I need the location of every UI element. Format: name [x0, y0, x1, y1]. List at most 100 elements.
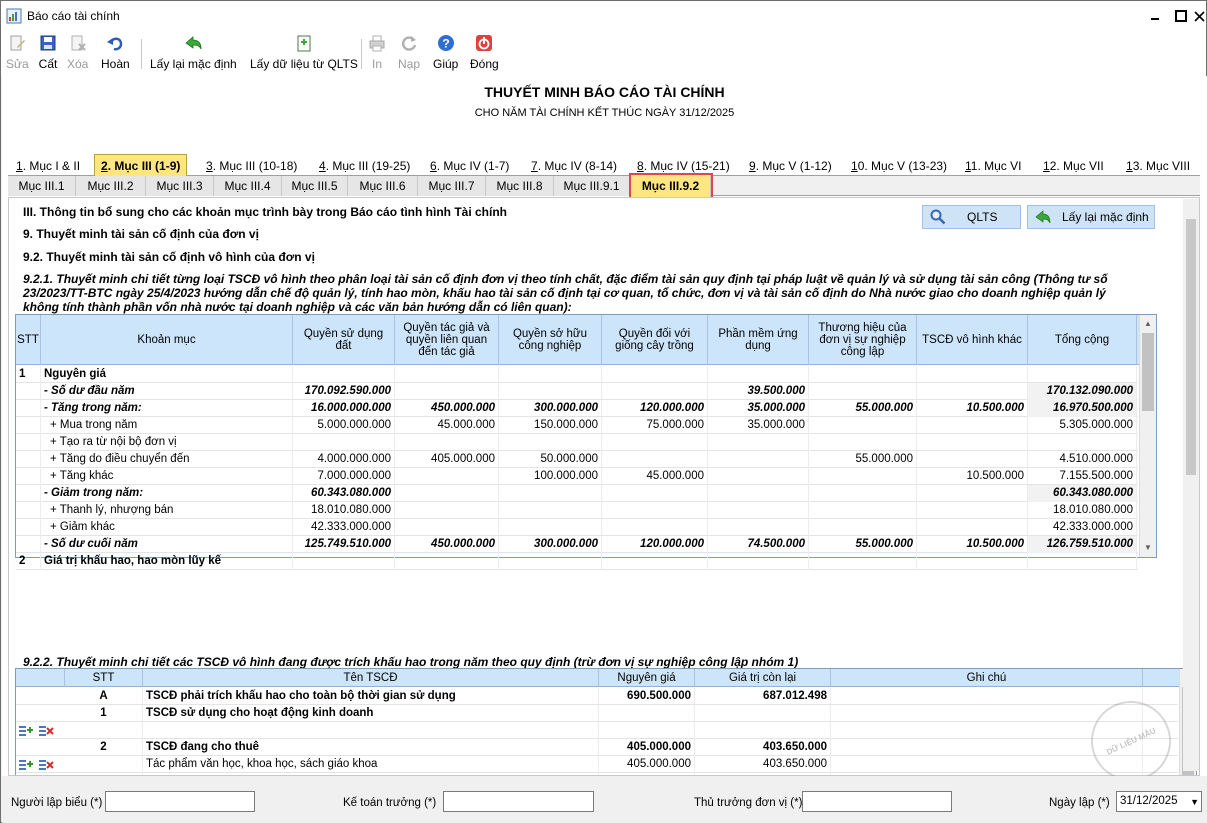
- value-cell[interactable]: 10.500.000: [917, 468, 1028, 485]
- original-cost-cell[interactable]: [599, 705, 695, 722]
- value-cell[interactable]: [293, 434, 395, 451]
- value-cell[interactable]: [917, 451, 1028, 468]
- table-row[interactable]: - Số dư đầu năm 170.092.590.000 39.500.000…: [16, 383, 1138, 400]
- value-cell[interactable]: [708, 502, 809, 519]
- table-row[interactable]: - Tăng trong năm: 16.000.000.000 450.000.0…: [16, 400, 1138, 417]
- stt-cell[interactable]: 2: [16, 553, 41, 570]
- scroll-up-arrow[interactable]: ▲: [1140, 315, 1156, 332]
- value-cell[interactable]: 16.000.000.000: [293, 400, 395, 417]
- value-cell[interactable]: [499, 383, 602, 400]
- value-cell[interactable]: 18.010.080.000: [1028, 502, 1137, 519]
- subtab-muc-3-9-2[interactable]: Mục III.9.2: [629, 173, 713, 199]
- table-row[interactable]: + Tăng do điều chuyển đến 4.000.000.000 40…: [16, 451, 1138, 468]
- value-cell[interactable]: [917, 366, 1028, 383]
- value-cell[interactable]: 450.000.000: [395, 536, 499, 553]
- remaining-value-cell[interactable]: [695, 705, 831, 722]
- value-cell[interactable]: [602, 366, 708, 383]
- table-row[interactable]: + Tăng khác 7.000.000.000 100.000.000 45.00…: [16, 468, 1138, 485]
- value-cell[interactable]: [499, 434, 602, 451]
- panel-scrollbar[interactable]: [1183, 199, 1199, 771]
- value-cell[interactable]: 16.970.500.000: [1028, 400, 1137, 417]
- value-cell[interactable]: [809, 502, 917, 519]
- value-cell[interactable]: [809, 519, 917, 536]
- value-cell[interactable]: [809, 434, 917, 451]
- value-cell[interactable]: [395, 383, 499, 400]
- original-cost-cell[interactable]: 405.000.000: [599, 756, 695, 773]
- value-cell[interactable]: 50.000.000: [499, 451, 602, 468]
- value-cell[interactable]: 42.333.000.000: [1028, 519, 1137, 536]
- label-cell[interactable]: - Số dư đầu năm: [41, 383, 293, 400]
- value-cell[interactable]: [499, 553, 602, 570]
- tab-muc-5-1-12[interactable]: 9. Mục V (1-12): [749, 156, 832, 176]
- value-cell[interactable]: [499, 485, 602, 502]
- value-cell[interactable]: [602, 553, 708, 570]
- label-cell[interactable]: + Tạo ra từ nội bộ đơn vị: [41, 434, 293, 451]
- value-cell[interactable]: [708, 553, 809, 570]
- value-cell[interactable]: 300.000.000: [499, 536, 602, 553]
- value-cell[interactable]: 35.000.000: [708, 417, 809, 434]
- value-cell[interactable]: [917, 434, 1028, 451]
- label-cell[interactable]: - Số dư cuối năm: [41, 536, 293, 553]
- value-cell[interactable]: [293, 366, 395, 383]
- subtab-muc-3-5[interactable]: Mục III.5: [282, 176, 348, 196]
- label-cell[interactable]: Giá trị khấu hao, hao mòn lũy kế: [41, 553, 293, 570]
- label-cell[interactable]: + Tăng do điều chuyển đến: [41, 451, 293, 468]
- chief-accountant-input[interactable]: [443, 791, 594, 812]
- edit-button[interactable]: Sửa: [6, 33, 29, 71]
- tab-muc-1-2[interactable]: 1. Mục I & II: [16, 156, 80, 176]
- table-row[interactable]: 1 TSCĐ sử dụng cho hoạt động kinh doanh: [16, 705, 1178, 722]
- remaining-value-cell[interactable]: 403.650.000: [695, 739, 831, 756]
- value-cell[interactable]: 35.000.000: [708, 400, 809, 417]
- label-cell[interactable]: - Giảm trong năm:: [41, 485, 293, 502]
- value-cell[interactable]: 55.000.000: [809, 400, 917, 417]
- table-row[interactable]: + Thanh lý, nhượng bán 18.010.080.000 18.0…: [16, 502, 1138, 519]
- value-cell[interactable]: [809, 485, 917, 502]
- value-cell[interactable]: [917, 553, 1028, 570]
- print-button[interactable]: In: [367, 33, 387, 71]
- value-cell[interactable]: 55.000.000: [809, 451, 917, 468]
- value-cell[interactable]: 39.500.000: [708, 383, 809, 400]
- value-cell[interactable]: 300.000.000: [499, 400, 602, 417]
- value-cell[interactable]: 5.305.000.000: [1028, 417, 1137, 434]
- stt-cell[interactable]: [16, 383, 41, 400]
- tab-muc-3-1-9[interactable]: 2. Mục III (1-9): [94, 154, 188, 177]
- remaining-value-cell[interactable]: 403.650.000: [695, 756, 831, 773]
- value-cell[interactable]: 7.155.500.000: [1028, 468, 1137, 485]
- value-cell[interactable]: 170.132.090.000: [1028, 383, 1137, 400]
- tab-muc-5-13-23[interactable]: 10. Mục V (13-23): [851, 156, 947, 176]
- stt-cell[interactable]: [16, 536, 41, 553]
- subtab-muc-3-1[interactable]: Mục III.1: [8, 176, 76, 196]
- label-cell[interactable]: + Mua trong năm: [41, 417, 293, 434]
- value-cell[interactable]: 18.010.080.000: [293, 502, 395, 519]
- value-cell[interactable]: 150.000.000: [499, 417, 602, 434]
- value-cell[interactable]: [809, 366, 917, 383]
- value-cell[interactable]: [708, 485, 809, 502]
- value-cell[interactable]: [809, 553, 917, 570]
- stt-cell[interactable]: [16, 519, 41, 536]
- value-cell[interactable]: [395, 519, 499, 536]
- value-cell[interactable]: [708, 468, 809, 485]
- help-button[interactable]: ? Giúp: [433, 33, 458, 71]
- table-scrollbar[interactable]: ▲ ▼: [1139, 315, 1156, 557]
- table-row[interactable]: Tác phẩm văn học, khoa học, sách giáo kh…: [16, 756, 1178, 773]
- value-cell[interactable]: [708, 519, 809, 536]
- remaining-value-cell[interactable]: [695, 722, 831, 739]
- value-cell[interactable]: 55.000.000: [809, 536, 917, 553]
- value-cell[interactable]: [708, 366, 809, 383]
- value-cell[interactable]: 120.000.000: [602, 536, 708, 553]
- subtab-muc-3-8[interactable]: Mục III.8: [486, 176, 554, 196]
- value-cell[interactable]: [602, 485, 708, 502]
- tab-muc-4-15-21[interactable]: 8. Mục IV (15-21): [637, 156, 730, 176]
- value-cell[interactable]: 100.000.000: [499, 468, 602, 485]
- table-row[interactable]: 1 Nguyên giá: [16, 366, 1138, 383]
- value-cell[interactable]: [395, 366, 499, 383]
- stt-cell[interactable]: 2: [65, 739, 143, 756]
- note-cell[interactable]: [831, 688, 1143, 705]
- subtab-muc-3-6[interactable]: Mục III.6: [348, 176, 418, 196]
- preparer-input[interactable]: [105, 791, 255, 812]
- table-row[interactable]: 2 Giá trị khấu hao, hao mòn lũy kế: [16, 553, 1138, 570]
- value-cell[interactable]: [1028, 434, 1137, 451]
- table-row[interactable]: - Giảm trong năm: 60.343.080.000 60.343.08…: [16, 485, 1138, 502]
- value-cell[interactable]: [917, 502, 1028, 519]
- value-cell[interactable]: 42.333.000.000: [293, 519, 395, 536]
